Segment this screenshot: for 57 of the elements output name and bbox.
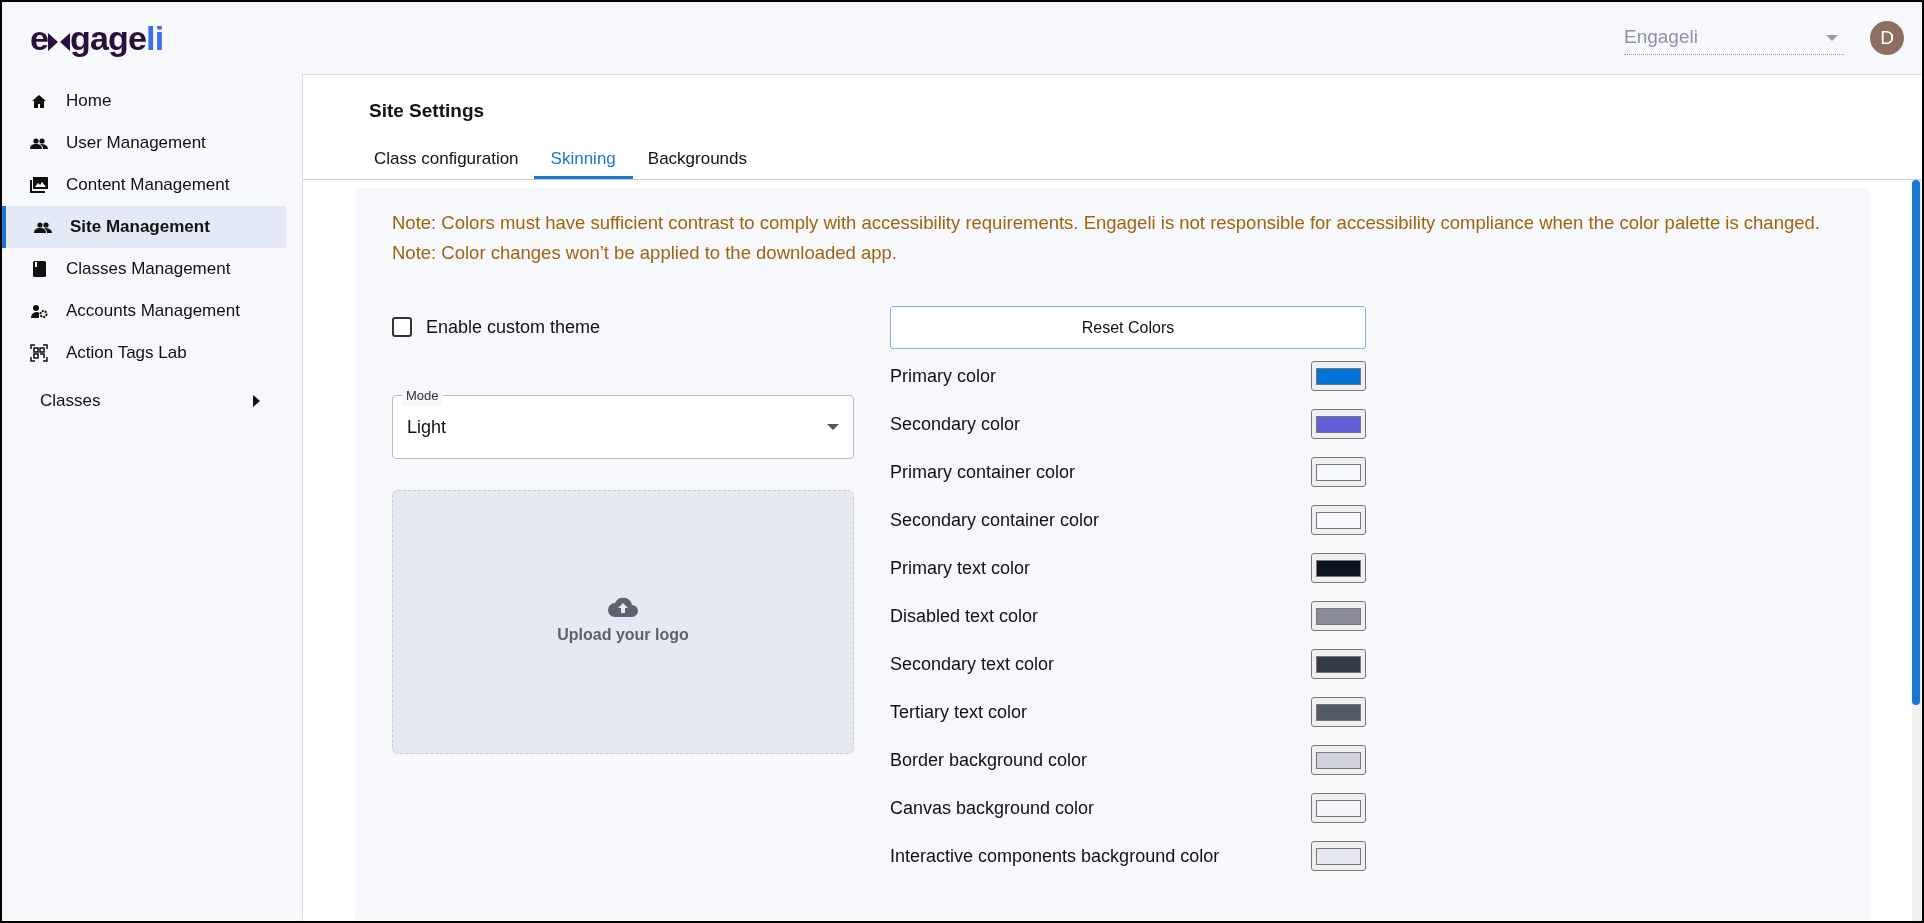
qr-code-icon [30,344,48,362]
color-swatch[interactable] [1311,745,1366,775]
book-icon [32,261,46,277]
sidebar-item[interactable]: Content Management [2,164,286,206]
sidebar-item[interactable]: Classes [2,380,286,422]
user-avatar[interactable]: D [1870,21,1904,55]
logo-text: e [30,21,49,55]
color-label: Primary color [890,364,996,388]
color-swatch[interactable] [1311,361,1366,391]
color-swatch[interactable] [1311,649,1366,679]
color-label: Secondary container color [890,508,1100,532]
cloud-upload-icon [608,597,638,617]
people-icon [34,221,52,233]
photos-icon [30,177,48,193]
logo-mark-icon [48,33,71,51]
color-swatch[interactable] [1311,793,1366,823]
sidebar-item[interactable]: Classes Management [2,248,286,290]
page-title: Site Settings [369,99,486,123]
people-icon [30,137,48,149]
checkbox[interactable] [392,317,412,337]
color-label: Primary container color [890,460,1076,484]
sidebar-item[interactable]: Home [2,80,286,122]
logo-upload-area[interactable]: Upload your logo [392,490,854,754]
color-swatch[interactable] [1311,409,1366,439]
color-label: Canvas background color [890,796,1095,820]
upload-label: Upload your logo [557,625,689,645]
note-text: Note: Color changes won’t be applied to the downloaded app. [392,241,898,265]
tab[interactable]: Backgrounds [642,141,753,179]
color-label: Tertiary text color [890,700,1028,724]
sidebar-item[interactable]: Accounts Management [2,290,286,332]
color-swatch[interactable] [1311,505,1366,535]
color-label: Primary text color [890,556,1031,580]
home-icon [32,94,46,108]
color-label: Secondary text color [890,652,1055,676]
color-swatch[interactable] [1311,697,1366,727]
color-label: Border background color [890,748,1088,772]
caret-icon [1826,34,1838,41]
note-text: Note: Colors must have sufficient contrast to comply with accessibility requirements. Engageli is not responsible for accessibility compliance when the color palette is changed. [392,211,1821,235]
scrollbar-thumb[interactable] [1912,180,1920,705]
color-label: Secondary color [890,412,1021,436]
color-swatch[interactable] [1311,553,1366,583]
reset-colors-button[interactable]: Reset Colors [890,306,1366,349]
color-label: Disabled text color [890,604,1039,628]
color-swatch[interactable] [1311,841,1366,871]
logo-text: li [146,21,164,55]
sidebar-item[interactable]: Site Management [2,206,286,248]
checkbox-label: Enable custom theme [426,315,601,339]
caret-icon [827,424,839,430]
color-swatch[interactable] [1311,457,1366,487]
person-gear-icon [30,304,48,318]
sidebar-item[interactable]: Action Tags Lab [2,332,286,374]
color-label: Interactive components background color [890,844,1220,868]
tab[interactable]: Class configuration [369,141,524,179]
color-swatch[interactable] [1311,601,1366,631]
sidebar-item[interactable]: User Management [2,122,286,164]
caret-right-icon [253,395,260,407]
logo-text: gage [70,21,147,55]
